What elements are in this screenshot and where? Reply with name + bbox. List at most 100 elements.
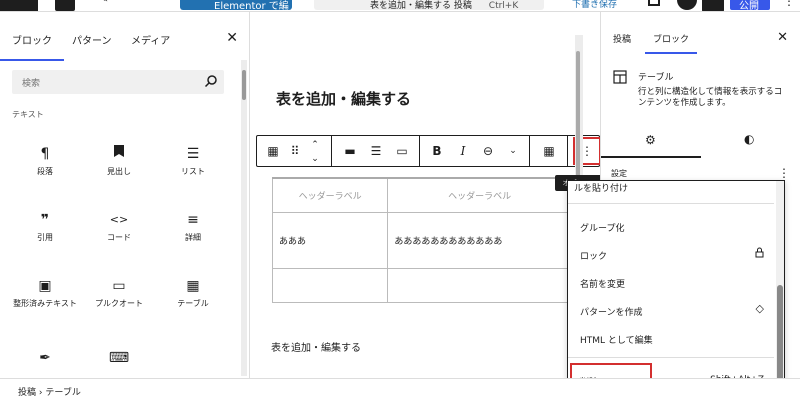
menu-item-group[interactable]: グループ化 <box>580 221 624 234</box>
doc-title-text: 表を追加・編集する <box>370 1 452 11</box>
block-label: リスト <box>181 167 205 176</box>
scroll-thumb[interactable] <box>242 70 246 100</box>
more-options-icon[interactable]: ⋮ <box>778 166 790 180</box>
view-icon[interactable] <box>648 0 660 6</box>
bookmark-icon <box>84 142 154 166</box>
block-search[interactable]: 検索 <box>12 70 224 94</box>
doc-type: 投稿 <box>453 1 472 11</box>
menu-item-rename[interactable]: 名前を変更 <box>580 277 625 290</box>
menu-item-lock[interactable]: ロック <box>580 249 607 262</box>
table-cell[interactable] <box>387 267 572 303</box>
block-pullquote[interactable]: ▭ プルクオート <box>84 264 154 324</box>
menu-item-edit-html[interactable]: HTML として編集 <box>580 333 653 346</box>
drag-handle-icon[interactable]: ⠿ <box>285 136 305 166</box>
block-options-menu: ルを貼り付け グループ化 ロック 名前を変更 パターンを作成 ◇ HTML とし… <box>567 180 785 401</box>
code-icon: <> <box>109 213 129 226</box>
pullquote-icon: ▭ <box>112 278 126 294</box>
edit-table-icon[interactable]: ▦ <box>537 136 561 166</box>
block-list[interactable]: ☰ リスト <box>158 132 228 192</box>
chevron-down-icon[interactable]: ⌄ <box>503 136 523 166</box>
tab-media[interactable]: メディア <box>131 32 170 47</box>
post-heading[interactable]: 表を追加・編集する <box>276 88 411 109</box>
block-label: プルクオート <box>95 299 143 308</box>
table-header-cell[interactable]: ヘッダーラベル <box>387 177 572 213</box>
publish-button[interactable]: 公開 <box>730 0 770 11</box>
settings-toggle[interactable] <box>702 0 724 11</box>
move-up-down-icon[interactable]: ⌃ ⌄ <box>305 136 325 166</box>
block-inserter-panel: ブロック パターン メディア ✕ 検索 テキスト ¶ 段落 見出し ☰ リスト … <box>0 12 250 378</box>
preformatted-icon: ▣ <box>38 278 52 294</box>
menu-item-paste-styles[interactable]: ルを貼り付け <box>574 181 628 194</box>
breadcrumb: 投稿 › テーブル <box>18 385 81 398</box>
block-label: 見出し <box>107 167 131 176</box>
paragraph-block[interactable]: 表を追加・編集する <box>271 339 361 354</box>
editor-canvas: 表を追加・編集する ▦ ⠿ ⌃ ⌄ ▬ ☰ ▭ B I ⊖ ⌄ ▦ ⋮ ヘッダーラ… <box>250 12 600 378</box>
block-label: 引用 <box>37 233 53 242</box>
block-details[interactable]: ≡ 詳細 <box>158 198 228 258</box>
table-cell[interactable] <box>271 267 389 303</box>
block-card-description: 行と列に構造化して情報を表示するコンテンツを作成します。 <box>638 87 783 108</box>
document-title-bar[interactable]: 表を追加・編集する 投稿 Ctrl+K <box>314 0 544 11</box>
table-block[interactable]: ヘッダーラベル ヘッダーラベル あああ ああああああああああああ <box>271 177 572 303</box>
menu-item-create-pattern[interactable]: パターンを作成 <box>580 305 643 318</box>
lock-icon <box>755 247 764 261</box>
block-table[interactable]: ▦ テーブル <box>158 264 228 324</box>
top-toolbar: ✎ ↶ Elementor で編集 表を追加・編集する 投稿 Ctrl+K 下書… <box>0 0 800 12</box>
block-heading[interactable]: 見出し <box>84 132 154 192</box>
active-tab-indicator <box>601 156 701 158</box>
block-label: テーブル <box>177 299 209 308</box>
add-block-toggle[interactable] <box>55 0 75 11</box>
close-icon[interactable]: ✕ <box>777 30 788 45</box>
block-label: 詳細 <box>185 233 201 242</box>
bold-icon[interactable]: B <box>427 136 447 166</box>
table-row <box>271 267 572 303</box>
menu-divider <box>568 357 774 358</box>
more-options-icon[interactable]: ⋮ <box>783 0 795 8</box>
table-icon <box>613 70 627 84</box>
align-left-icon[interactable]: ☰ <box>365 136 387 166</box>
block-label: 整形済みテキスト <box>13 299 77 308</box>
toolbar-divider <box>567 136 568 166</box>
italic-icon[interactable]: I <box>453 136 473 166</box>
block-quote[interactable]: ❞ 引用 <box>10 198 80 258</box>
block-paragraph[interactable]: ¶ 段落 <box>10 132 80 192</box>
undo-icon[interactable]: ↶ <box>145 0 153 5</box>
link-icon[interactable]: ⊖ <box>477 136 499 166</box>
block-code[interactable]: <> コード <box>84 198 154 258</box>
block-label: 段落 <box>37 167 53 176</box>
command-shortcut: Ctrl+K <box>488 1 519 11</box>
menu-scrollbar[interactable] <box>776 181 784 400</box>
tools-icon[interactable]: ✎ <box>100 0 112 6</box>
table-cell[interactable]: ああああああああああああ <box>387 211 572 269</box>
close-icon[interactable]: ✕ <box>226 30 238 46</box>
caption-icon[interactable]: ▭ <box>391 136 413 166</box>
quote-icon: ❞ <box>40 212 50 228</box>
table-cell[interactable]: あああ <box>271 211 389 269</box>
breadcrumb-post[interactable]: 投稿 <box>18 388 36 398</box>
inserter-scrollbar[interactable] <box>241 60 247 376</box>
breadcrumb-table[interactable]: テーブル <box>45 388 80 398</box>
align-full-icon[interactable]: ▬ <box>339 136 361 166</box>
tab-blocks[interactable]: ブロック <box>0 32 64 61</box>
table-icon[interactable]: ▦ <box>261 136 285 166</box>
save-draft-button[interactable]: 下書き保存 <box>572 0 617 10</box>
tab-patterns[interactable]: パターン <box>72 32 112 47</box>
astra-icon[interactable] <box>677 0 697 10</box>
search-input[interactable]: 検索 <box>22 76 40 89</box>
feather-icon: ✒ <box>39 350 51 366</box>
menu-divider <box>568 203 774 204</box>
site-logo[interactable] <box>0 0 38 11</box>
block-settings-tabs: ⚙ ◐ <box>601 128 800 158</box>
gear-icon[interactable]: ⚙ <box>645 133 656 147</box>
inserter-tabs: ブロック パターン メディア ✕ <box>0 26 250 61</box>
tab-post[interactable]: 投稿 <box>613 32 631 45</box>
toolbar-divider <box>419 136 420 166</box>
editor-root: ✎ ↶ Elementor で編集 表を追加・編集する 投稿 Ctrl+K 下書… <box>0 0 800 401</box>
category-heading: テキスト <box>12 110 44 119</box>
tab-block[interactable]: ブロック <box>644 32 698 54</box>
styles-icon[interactable]: ◐ <box>744 132 754 146</box>
table-header-cell[interactable]: ヘッダーラベル <box>271 177 389 213</box>
block-preformatted[interactable]: ▣ 整形済みテキスト <box>10 264 80 324</box>
table-icon: ▦ <box>186 278 200 294</box>
elementor-edit-button[interactable]: Elementor で編集 <box>180 0 292 11</box>
